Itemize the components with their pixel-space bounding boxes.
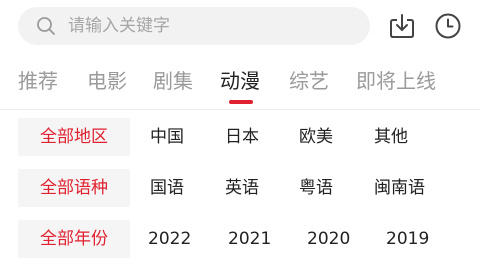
filter-row-year: 全部年份 2022 2021 2020 2019 [0,220,480,258]
filter-option-english[interactable]: 英语 [225,169,259,207]
tab-recommend[interactable]: 推荐 [18,62,58,102]
filter-option-west[interactable]: 欧美 [299,118,333,156]
filter-option-2020[interactable]: 2020 [307,220,350,258]
search-box[interactable] [18,7,370,45]
search-input[interactable] [68,16,348,36]
filter-row-region: 全部地区 中国 日本 欧美 其他 [0,118,480,156]
filter-all-regions[interactable]: 全部地区 [18,118,130,156]
history-clock-icon[interactable] [433,11,463,41]
active-tab-indicator [229,100,253,104]
tab-variety[interactable]: 综艺 [289,62,329,102]
tab-movies[interactable]: 电影 [87,62,127,102]
search-icon [36,16,56,36]
filter-option-other[interactable]: 其他 [374,118,408,156]
filter-all-languages[interactable]: 全部语种 [18,169,130,207]
filter-option-minnan[interactable]: 闽南语 [374,169,425,207]
filter-option-mandarin[interactable]: 国语 [150,169,184,207]
tab-series[interactable]: 剧集 [153,62,193,102]
filter-all-years[interactable]: 全部年份 [18,220,130,258]
filter-option-japan[interactable]: 日本 [225,118,259,156]
category-tabs: 推荐 电影 剧集 动漫 综艺 即将上线 [0,62,480,102]
tab-anime[interactable]: 动漫 [220,62,260,102]
filter-option-2019[interactable]: 2019 [386,220,429,258]
filter-option-cantonese[interactable]: 粤语 [299,169,333,207]
filter-row-language: 全部语种 国语 英语 粤语 闽南语 [0,169,480,207]
category-browse-screen: 推荐 电影 剧集 动漫 综艺 即将上线 全部地区 中国 日本 欧美 其他 全部语… [0,0,480,268]
filter-option-2021[interactable]: 2021 [228,220,271,258]
download-icon[interactable] [387,11,417,41]
top-bar [0,0,480,52]
filter-option-2022[interactable]: 2022 [148,220,191,258]
tab-coming-soon[interactable]: 即将上线 [356,62,436,102]
filter-option-china[interactable]: 中国 [150,118,184,156]
tabs-divider [0,109,480,110]
